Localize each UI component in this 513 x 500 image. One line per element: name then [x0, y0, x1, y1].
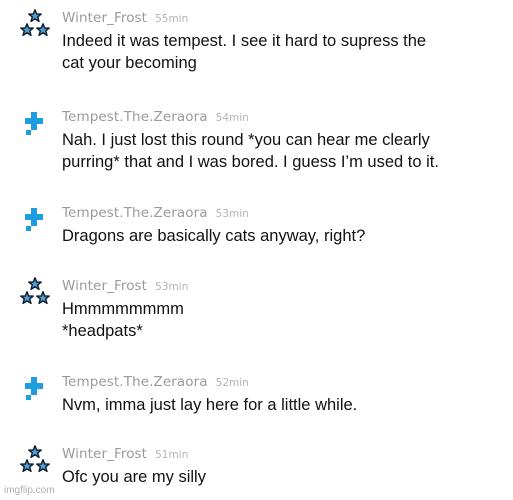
timestamp: 54min	[215, 112, 249, 124]
message-text: Nah. I just lost this round *you can hea…	[62, 129, 502, 173]
username[interactable]: Tempest.The.Zeraora	[62, 374, 208, 390]
timestamp: 53min	[155, 281, 189, 293]
message-text: Indeed it was tempest. I see it hard to …	[62, 30, 502, 74]
timestamp: 52min	[215, 377, 249, 389]
stars-icon	[20, 9, 50, 39]
username[interactable]: Winter_Frost	[62, 10, 147, 26]
plus-icon	[20, 204, 50, 234]
message-line: Indeed it was tempest. I see it hard to …	[62, 32, 427, 50]
stars-icon	[20, 277, 50, 307]
message-text: Hmmmmmmmm *headpats*	[62, 298, 502, 342]
timestamp: 55min	[155, 13, 189, 25]
username[interactable]: Winter_Frost	[62, 446, 147, 462]
message-line: Nvm, imma just lay here for a little whi…	[62, 396, 358, 414]
message-line: Nah. I just lost this round *you can hea…	[62, 131, 430, 149]
plus-icon	[20, 373, 50, 403]
username[interactable]: Tempest.The.Zeraora	[62, 205, 208, 221]
plus-icon	[20, 108, 50, 138]
stars-icon	[20, 445, 50, 475]
message-line: cat your becoming	[62, 54, 197, 72]
message-text: Dragons are basically cats anyway, right…	[62, 225, 502, 247]
message-line: Hmmmmmmmm	[62, 300, 184, 318]
message-line: *headpats*	[62, 322, 143, 340]
watermark: imgflip.com	[4, 485, 55, 496]
message-line: Dragons are basically cats anyway, right…	[62, 227, 366, 245]
message-text: Nvm, imma just lay here for a little whi…	[62, 394, 502, 416]
message-text: Ofc you are my silly	[62, 466, 502, 488]
username[interactable]: Winter_Frost	[62, 278, 147, 294]
message-line: purring* that and I was bored. I guess I…	[62, 153, 439, 171]
message-line: Ofc you are my silly	[62, 468, 206, 486]
timestamp: 51min	[155, 449, 189, 461]
username[interactable]: Tempest.The.Zeraora	[62, 109, 208, 125]
timestamp: 53min	[215, 208, 249, 220]
